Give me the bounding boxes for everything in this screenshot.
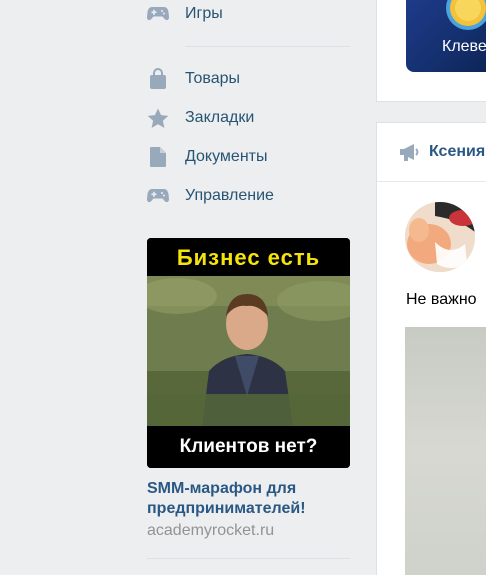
gamepad-icon [147,185,169,207]
gamepad-icon [147,3,169,25]
promo-banner[interactable]: Клеве [406,0,486,72]
sidebar-item-bookmarks[interactable]: Закладки [147,104,350,132]
sidebar-ad[interactable]: Бизнес есть Клиентов нет? SMM-марафон дл… [147,238,350,540]
post-image[interactable] [405,327,486,575]
sidebar-item-games[interactable]: Игры [147,0,350,28]
star-icon [147,107,169,129]
post-text: Не важно [406,291,477,308]
post-author[interactable]: Ксения [429,143,485,161]
sidebar-item-management[interactable]: Управление [147,182,350,210]
sidebar-divider [147,558,350,559]
feed-column: Клеве Ксения Не важно [376,0,486,575]
sidebar-item-label: Товары [185,70,241,87]
sidebar-item-documents[interactable]: Документы [147,143,350,171]
sidebar-item-goods[interactable]: Товары [147,65,350,93]
document-icon [147,146,169,168]
megaphone-icon [399,143,421,161]
post-header[interactable]: Ксения [377,123,486,182]
ad-photo [147,276,350,426]
sidebar-item-label: Игры [185,5,223,22]
ad-domain[interactable]: academyrocket.ru [147,522,350,540]
ad-image-bottom-text: Клиентов нет? [147,426,350,468]
top-card: Клеве [376,0,486,102]
shopping-bag-icon [147,68,169,90]
banner-text: Клеве [442,38,486,55]
ad-title[interactable]: SMM-марафон для предпринимателей! [147,479,350,519]
sidebar-item-label: Управление [185,187,274,204]
post-card: Ксения Не важно [376,122,486,575]
ad-image-top-text: Бизнес есть [147,238,350,276]
avatar[interactable] [405,202,475,272]
ad-image[interactable]: Бизнес есть Клиентов нет? [147,238,350,468]
sidebar-divider [185,46,350,47]
sidebar-item-label: Документы [185,148,268,165]
sidebar-item-label: Закладки [185,109,255,126]
